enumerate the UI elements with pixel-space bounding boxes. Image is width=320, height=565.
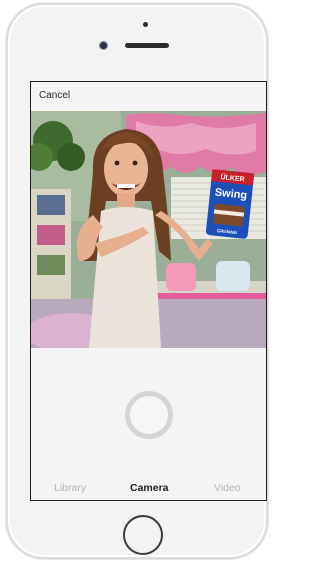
proximity-sensor [143, 22, 148, 27]
tab-camera[interactable]: Camera [130, 482, 169, 494]
home-button-icon[interactable] [123, 515, 163, 555]
camera-viewfinder: ÜLKER Swing Çikolatalı [31, 111, 266, 348]
viewfinder-photo: ÜLKER Swing Çikolatalı [31, 111, 266, 348]
earpiece-speaker [125, 43, 169, 48]
camera-screen: Cancel ÜLKER Swing Çikolatalı Library Ca… [30, 81, 267, 501]
cancel-button[interactable]: Cancel [39, 90, 70, 101]
tab-video[interactable]: Video [214, 482, 241, 494]
shutter-button-icon[interactable] [125, 391, 173, 439]
front-camera-icon [99, 41, 108, 50]
tab-library[interactable]: Library [54, 482, 86, 494]
phone-frame: Cancel ÜLKER Swing Çikolatalı Library Ca… [6, 3, 268, 559]
